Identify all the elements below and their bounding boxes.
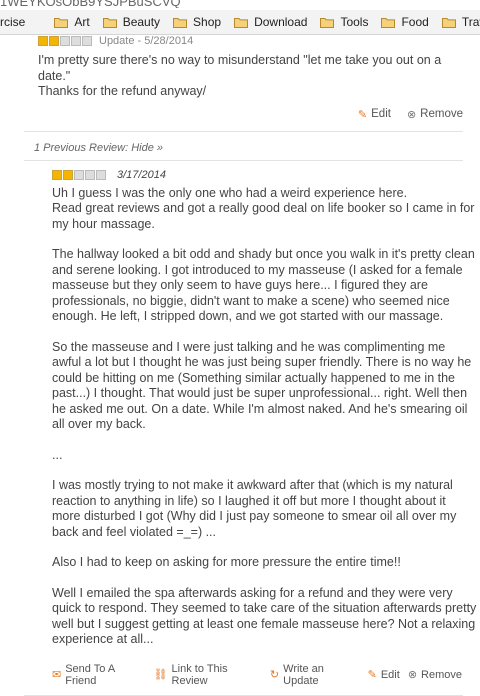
bookmark-food[interactable]: Food xyxy=(381,15,429,29)
review-paragraph: I was mostly trying to not make it awkwa… xyxy=(52,478,457,539)
previous-review-toggle[interactable]: 1 Previous Review: Hide » xyxy=(0,142,480,154)
review-date: 3/17/2014 xyxy=(117,168,166,181)
review-body: Uh I guess I was the only one who had a … xyxy=(52,186,477,648)
divider xyxy=(24,130,463,132)
star-icon xyxy=(38,36,48,46)
edit-link[interactable]: ✎ Edit xyxy=(367,668,400,682)
previous-review: 3/17/2014 Uh I guess I was the only one … xyxy=(24,161,476,687)
link-icon: ⛓ xyxy=(153,669,168,681)
review-paragraph: The hallway looked a bit odd and shady b… xyxy=(52,247,475,323)
bookmark-download[interactable]: Download xyxy=(234,15,307,29)
star-icon xyxy=(60,36,70,46)
star-icon xyxy=(52,169,62,180)
bookmark-tools[interactable]: Tools xyxy=(320,15,368,29)
bookmark-travel[interactable]: Travel xyxy=(441,15,480,29)
bookmark-beauty[interactable]: Beauty xyxy=(102,15,160,29)
review-paragraph: ... xyxy=(52,447,63,462)
edit-icon: ✎ xyxy=(367,669,377,681)
review-update: Update - 5/28/2014 I'm pretty sure there… xyxy=(0,35,480,100)
remove-link[interactable]: ⊗ Remove xyxy=(407,668,462,682)
bookmark-rcise[interactable]: rcise xyxy=(0,15,25,29)
star-icon xyxy=(49,36,59,46)
folder-icon xyxy=(173,17,188,28)
address-bar-text[interactable]: 1WEYKOsObB9YSJPBuSCVQ xyxy=(0,0,480,8)
bookmark-shop[interactable]: Shop xyxy=(173,15,221,29)
link-to-review-link[interactable]: ⛓ Link to This Review xyxy=(154,663,256,687)
divider xyxy=(24,694,463,696)
remove-link[interactable]: ⊗ Remove xyxy=(407,108,463,121)
review-area: Update - 5/28/2014 I'm pretty sure there… xyxy=(0,35,480,696)
remove-icon: ⊗ xyxy=(406,108,417,121)
review-paragraph: Also I had to keep on asking for more pr… xyxy=(52,555,401,569)
star-rating xyxy=(52,169,107,180)
star-icon xyxy=(96,169,106,180)
update-actions: ✎ Edit ⊗ Remove xyxy=(0,108,463,121)
bookmarks-bar: rcise Art Beauty Shop Download Tools Food Trave… xyxy=(0,10,480,35)
star-icon xyxy=(85,169,95,180)
manage-actions: ✎ Edit ⊗ Remove xyxy=(368,663,462,687)
edit-link[interactable]: ✎ Edit xyxy=(358,108,391,121)
folder-icon xyxy=(320,17,335,28)
star-icon xyxy=(82,36,92,46)
review-paragraph: So the masseuse and I were just talking … xyxy=(52,339,472,432)
prev-actions: ✉ Send To A Friend ⛓ Link to This Review… xyxy=(52,663,462,687)
folder-icon xyxy=(54,17,69,28)
star-rating xyxy=(38,36,93,46)
review-paragraph: Well I emailed the spa afterwards asking… xyxy=(52,585,477,647)
star-icon xyxy=(74,169,84,180)
edit-icon: ✎ xyxy=(357,108,368,121)
prev-rating-row: 3/17/2014 xyxy=(52,169,463,181)
folder-icon xyxy=(102,17,117,28)
share-actions: ✉ Send To A Friend ⛓ Link to This Review… xyxy=(52,663,368,687)
remove-icon: ⊗ xyxy=(407,669,418,681)
folder-icon xyxy=(234,17,249,28)
envelope-icon: ✉ xyxy=(52,669,62,681)
update-date: Update - 5/28/2014 xyxy=(99,35,194,47)
send-to-friend-link[interactable]: ✉ Send To A Friend xyxy=(52,663,140,687)
write-update-link[interactable]: ↻ Write an Update xyxy=(270,663,354,687)
rating-row: Update - 5/28/2014 xyxy=(38,35,480,47)
folder-icon xyxy=(441,17,456,28)
update-text: I'm pretty sure there's no way to misund… xyxy=(38,53,442,98)
review-paragraph: Uh I guess I was the only one who had a … xyxy=(52,185,475,231)
star-icon xyxy=(63,169,73,180)
folder-icon xyxy=(381,17,396,28)
update-icon: ↻ xyxy=(269,669,280,681)
bookmark-art[interactable]: Art xyxy=(54,15,90,29)
star-icon xyxy=(71,36,81,46)
